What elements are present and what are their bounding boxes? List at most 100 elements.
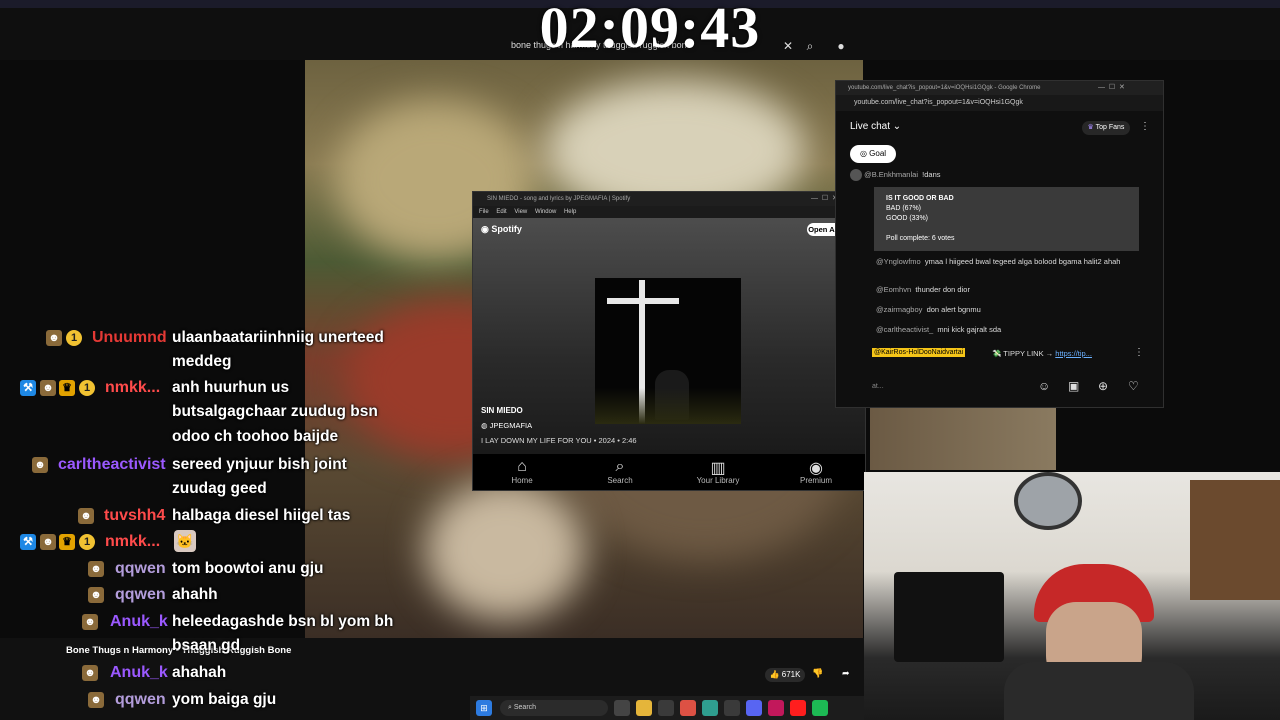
chat-message: @Ynglowfmo ymaa l hiigeed bwal tegeed al… — [876, 257, 1121, 266]
chat-username: Anuk_k — [110, 664, 168, 681]
more-options-icon[interactable]: ⋮ — [1140, 121, 1150, 132]
add-icon[interactable]: ⊕ — [1098, 379, 1108, 393]
heart-icon[interactable]: ♡ — [1128, 379, 1139, 393]
chat-username: nmkk... — [105, 533, 161, 550]
rank-badge: 1 — [79, 380, 95, 396]
nav-search[interactable]: ⌕ Search — [571, 454, 669, 490]
avatar — [850, 169, 862, 181]
crown-badge: ♛ — [59, 534, 75, 550]
chat-message: @B.Enkhmanlai !dans — [850, 169, 941, 181]
menu-file[interactable]: File — [479, 209, 489, 215]
window-controls[interactable]: — ☐ ✕ — [811, 194, 838, 202]
app-icon[interactable] — [724, 700, 740, 716]
taskbar: ⊞ ⌕ Search — [470, 696, 864, 720]
spotify-window[interactable]: SIN MIEDO - song and lyrics by JPEGMAFIA… — [472, 191, 866, 491]
spotify-icon[interactable] — [812, 700, 828, 716]
artist-row[interactable]: ◍ JPEGMAFIA — [481, 421, 532, 430]
chat-text: butsalgagchaar zuudug bsn — [172, 403, 378, 420]
chat-message: @zairmagboy don alert bgnmu — [876, 305, 981, 314]
chat-message: ☻ qqwen tom boowtoi anu gju — [0, 557, 470, 583]
spotify-bottom-nav: ⌂ Home ⌕ Search ▥ Your Library ◉ Premium — [473, 454, 865, 490]
chat-text: yom baiga gju — [172, 691, 277, 708]
chat-message: ☻ qqwen ahahh — [0, 583, 470, 609]
pinned-message[interactable]: 💸 TIPPY LINK → https://tip... — [992, 349, 1092, 358]
chat-message: ☻ Anuk_k ahahah — [0, 661, 470, 687]
super-chat-icon[interactable]: ▣ — [1068, 379, 1079, 393]
chat-username: carltheactivist — [58, 456, 166, 473]
chat-message: ☻ tuvshh4 halbaga diesel hiigel tas — [0, 504, 470, 530]
menu-window[interactable]: Window — [535, 209, 556, 215]
app-icon[interactable] — [768, 700, 784, 716]
chat-username: Unuumnd — [92, 329, 167, 346]
song-title[interactable]: SIN MIEDO — [481, 406, 523, 415]
stream-clock: 02:09:43 — [539, 0, 761, 60]
chrome-icon[interactable] — [680, 700, 696, 716]
emoji-icon[interactable]: ☺ — [1038, 379, 1050, 393]
chat-message: ☻ qqwen yom baiga gju — [0, 688, 470, 714]
search-icon[interactable]: ⌕ — [801, 37, 819, 55]
tool-badge: ⚒ — [20, 534, 36, 550]
chat-username: Anuk_k — [110, 613, 168, 630]
opera-icon[interactable] — [790, 700, 806, 716]
chat-username: qqwen — [115, 560, 166, 577]
taskbar-search[interactable]: ⌕ Search — [500, 700, 608, 716]
menu-help[interactable]: Help — [564, 209, 576, 215]
artist-avatar-icon: ◍ — [481, 421, 490, 430]
poll-status: Poll complete: 6 votes — [886, 235, 955, 242]
video-background-strip — [870, 400, 1056, 470]
nav-library[interactable]: ▥ Your Library — [669, 454, 767, 490]
chat-input[interactable]: at... — [872, 383, 884, 390]
app-icon[interactable] — [658, 700, 674, 716]
avatar-badge: ☻ — [82, 665, 98, 681]
task-view-icon[interactable] — [614, 700, 630, 716]
chat-message: @Eomhvn thunder don dior — [876, 285, 970, 294]
windows-start-icon[interactable]: ⊞ — [476, 700, 492, 716]
chat-username: qqwen — [115, 691, 166, 708]
discord-icon[interactable] — [746, 700, 762, 716]
avatar-badge: ☻ — [88, 692, 104, 708]
microphone-icon[interactable]: ● — [832, 37, 850, 55]
top-fans-button[interactable]: ♛ Top Fans — [1082, 121, 1130, 135]
chat-message: ☻ Anuk_k heleedagashde bsn bl yom bh bsa… — [0, 610, 470, 654]
app-icon[interactable] — [702, 700, 718, 716]
poll-option: BAD (67%) — [886, 205, 922, 212]
song-meta: I LAY DOWN MY LIFE FOR YOU • 2024 • 2:46 — [481, 436, 637, 445]
chevron-down-icon: ⌄ — [890, 121, 902, 132]
chat-message: ☻ carltheactivist sereed ynjuur bish joi… — [0, 453, 470, 497]
chat-message: @carltheactivist_ mni kick gajralt sda — [876, 325, 1002, 334]
chat-text: bsaan gd — [172, 637, 241, 654]
cross-shape — [607, 298, 679, 304]
more-options-icon[interactable]: ⋮ — [1134, 347, 1144, 358]
wall-mirror — [1014, 472, 1082, 530]
chat-text: ahahah — [172, 664, 227, 681]
chat-text: heleedagashde bsn bl yom bh — [172, 613, 394, 630]
library-icon: ▥ — [710, 460, 726, 477]
webcam-feed — [864, 472, 1280, 720]
crown-badge: ♛ — [59, 380, 75, 396]
url-bar[interactable]: youtube.com/live_chat?is_popout=1&v=iOQH… — [836, 95, 1163, 111]
menu-edit[interactable]: Edit — [496, 209, 506, 215]
share-icon[interactable]: ➦ — [842, 668, 856, 682]
spotify-menu-bar: File Edit View Window Help — [473, 206, 865, 218]
goal-button[interactable]: ◎ Goal — [850, 145, 896, 163]
chat-text: tom boowtoi anu gju — [172, 560, 324, 577]
clear-search-icon[interactable]: ✕ — [779, 37, 797, 55]
like-button[interactable]: 👍 671K — [765, 668, 805, 682]
live-chat-header[interactable]: Live chat ⌄ — [850, 121, 901, 132]
like-count: 671K — [781, 670, 801, 679]
poll-card: IS IT GOOD OR BAD BAD (67%) GOOD (33%) P… — [874, 187, 1139, 251]
thumbs-down-icon[interactable]: 👎 — [812, 668, 826, 682]
rank-badge: 1 — [66, 330, 82, 346]
window-controls[interactable]: — ☐ ✕ — [1098, 83, 1125, 91]
file-explorer-icon[interactable] — [636, 700, 652, 716]
live-chat-window[interactable]: youtube.com/live_chat?is_popout=1&v=iOQH… — [835, 80, 1164, 408]
poll-question: IS IT GOOD OR BAD — [886, 195, 954, 202]
chat-username: @B.Enkhmanlai — [864, 169, 918, 179]
nav-premium[interactable]: ◉ Premium — [767, 454, 865, 490]
pinned-username[interactable]: @KairRos-HolDooNaidvartai — [872, 348, 966, 357]
goal-icon: ◎ — [859, 149, 870, 158]
avatar-badge: ☻ — [88, 561, 104, 577]
nav-home[interactable]: ⌂ Home — [473, 454, 571, 490]
menu-view[interactable]: View — [514, 209, 527, 215]
spotify-icon: ◉ — [481, 224, 492, 234]
